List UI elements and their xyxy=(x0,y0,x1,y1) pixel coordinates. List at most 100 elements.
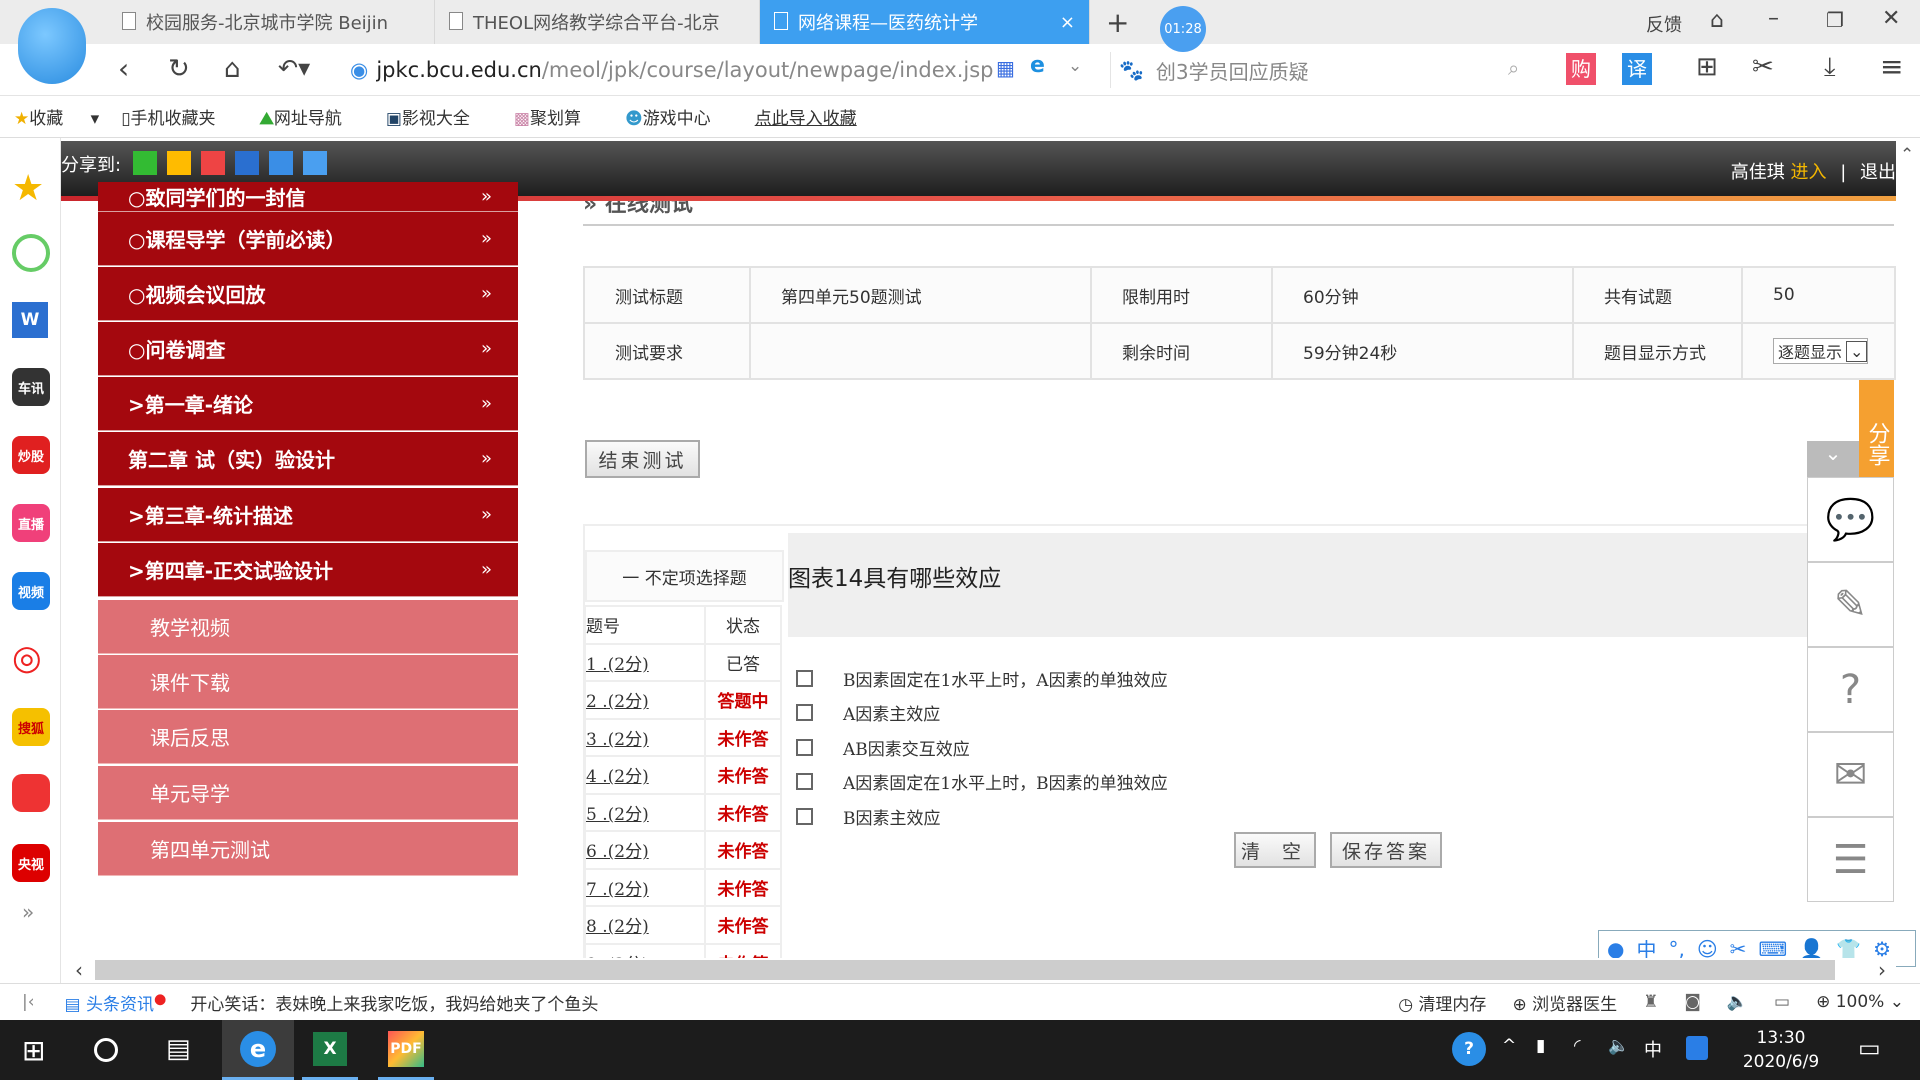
new-tab-button[interactable]: + xyxy=(1106,6,1129,39)
help-tray-icon[interactable]: ? xyxy=(1452,1032,1486,1066)
option-2[interactable]: A因素主效应 xyxy=(796,700,940,725)
ime-user-icon[interactable]: 👤 xyxy=(1799,937,1824,961)
checkbox[interactable] xyxy=(796,704,813,721)
save-answer-button[interactable]: 保存答案 xyxy=(1330,832,1442,868)
option-3[interactable]: AB因素交互效应 xyxy=(796,735,970,760)
question-link[interactable]: 4 .(2分) xyxy=(584,755,706,795)
question-link[interactable]: 7 .(2分) xyxy=(584,867,706,907)
taskbar-browser[interactable]: e xyxy=(222,1020,294,1080)
app-live[interactable]: 直播 xyxy=(12,504,50,542)
enter-link[interactable]: 进入 xyxy=(1790,162,1826,183)
horizontal-scrollbar[interactable]: ‹ › xyxy=(61,958,1896,982)
news-link[interactable]: ▤ 头条资讯● xyxy=(65,990,167,1015)
shop-button[interactable]: 购 xyxy=(1566,53,1596,85)
skin-icon[interactable]: ⌂ xyxy=(1710,8,1724,33)
back-icon[interactable]: ‹ xyxy=(118,52,129,85)
clock[interactable]: 13:30 2020/6/9 xyxy=(1736,1026,1826,1074)
download-icon[interactable]: ⤓ xyxy=(1824,52,1836,83)
app-cctv[interactable]: 央视 xyxy=(12,844,50,882)
home-icon[interactable]: ⌂ xyxy=(224,54,241,84)
bookmark-juhuasuan[interactable]: ▩聚划算 xyxy=(514,104,603,129)
windows-start-icon[interactable]: ⊞ xyxy=(22,1034,45,1067)
scissors-icon[interactable]: ✂ xyxy=(1752,52,1774,82)
subnav-teaching-video[interactable]: 教学视频 xyxy=(98,600,518,654)
edit-icon[interactable]: ✎ xyxy=(1807,562,1894,647)
wifi-icon[interactable]: ◜ xyxy=(1574,1036,1581,1056)
bookmark-nav[interactable]: ⛰网址导航 xyxy=(260,104,364,129)
collapse-sidebar-icon[interactable]: |‹ xyxy=(22,992,35,1012)
notification-icon[interactable]: ▭ xyxy=(1858,1034,1881,1062)
scroll-right-icon[interactable]: › xyxy=(1878,958,1886,982)
search-circle-icon[interactable] xyxy=(94,1038,118,1062)
import-bookmarks-link[interactable]: 点此导入收藏 xyxy=(755,104,857,129)
taskbar-excel[interactable]: X xyxy=(302,1020,358,1080)
app-sohu[interactable]: 搜狐 xyxy=(12,708,50,746)
taskbar-pdf[interactable]: PDF xyxy=(378,1020,434,1080)
news-ticker[interactable]: 开心笑话：表妹晚上来我家吃饭，我妈给她夹了个鱼头 xyxy=(190,990,598,1015)
search-input[interactable]: 🐾 创3学员回应质疑 xyxy=(1110,52,1530,88)
bookmark-favorites[interactable]: ★收藏 ▾ xyxy=(14,104,99,129)
ime-indicator[interactable]: 中 xyxy=(1644,1036,1662,1062)
volume-icon[interactable]: 🔈 xyxy=(1727,992,1748,1012)
ime-logo-icon[interactable]: ● xyxy=(1607,937,1624,961)
history-icon[interactable] xyxy=(12,234,50,272)
apps-icon[interactable]: ⊞ xyxy=(1696,52,1718,82)
close-tab-icon[interactable]: × xyxy=(1060,12,1075,33)
tab-campus[interactable]: 校园服务-北京城市学院 Beijin xyxy=(108,0,435,44)
bookmark-video[interactable]: ▣影视大全 xyxy=(386,104,492,129)
vr-icon[interactable]: ◙ xyxy=(1684,992,1701,1012)
nav-item-letter[interactable]: ○致同学们的一封信» xyxy=(98,182,518,212)
expand-sidebar-icon[interactable]: » xyxy=(22,900,34,924)
question-link[interactable]: 5 .(2分) xyxy=(584,792,706,832)
chevron-down-icon[interactable]: ⌄ xyxy=(1068,56,1082,76)
qr-icon[interactable]: ▦ xyxy=(996,56,1015,80)
checkbox[interactable] xyxy=(796,739,813,756)
translate-button[interactable]: 译 xyxy=(1622,53,1652,85)
ime-keyboard-icon[interactable]: ⌨ xyxy=(1758,937,1787,961)
app-365-icon[interactable] xyxy=(12,774,50,812)
end-test-button[interactable]: 结束测试 xyxy=(585,440,700,478)
ime-skin-icon[interactable]: 👕 xyxy=(1836,937,1861,961)
ie-mode-icon[interactable]: e xyxy=(1030,53,1045,78)
tqq-share-icon[interactable] xyxy=(269,151,293,175)
qzone-share-icon[interactable] xyxy=(167,151,191,175)
bookmark-games[interactable]: ☻游戏中心 xyxy=(625,104,733,129)
close-window-button[interactable]: ✕ xyxy=(1882,6,1900,31)
question-link[interactable]: 1 .(2分) xyxy=(584,642,706,682)
renren-share-icon[interactable] xyxy=(235,151,259,175)
collapse-panel-button[interactable]: ⌄ xyxy=(1807,441,1859,477)
scroll-left-icon[interactable]: ‹ xyxy=(75,958,83,982)
timer-badge[interactable]: 01:28 xyxy=(1160,6,1206,52)
weibo-icon[interactable]: ◎ xyxy=(12,638,42,678)
maximize-button[interactable]: ❐ xyxy=(1826,8,1844,32)
feedback-link[interactable]: 反馈 xyxy=(1646,11,1682,37)
zoom-control[interactable]: ⊕ 100% ⌄ xyxy=(1816,992,1904,1012)
subnav-courseware[interactable]: 课件下载 xyxy=(98,655,518,709)
scrollbar-thumb[interactable] xyxy=(95,960,1835,980)
tab-course[interactable]: 网络课程—医药统计学 × xyxy=(760,0,1090,44)
nav-item-survey[interactable]: ○问卷调查» xyxy=(98,322,518,376)
nav-item-chapter1[interactable]: >第一章-绪论» xyxy=(98,377,518,431)
minimize-button[interactable]: – xyxy=(1768,6,1779,31)
refresh-icon[interactable]: ↻ xyxy=(168,54,190,84)
cleaner-icon[interactable]: ♜ xyxy=(1643,992,1658,1012)
app-chexun[interactable]: 车讯 xyxy=(12,368,50,406)
star-icon[interactable]: ★ xyxy=(12,168,44,209)
url-field[interactable]: ◉ jpkc.bcu.edu.cn/meol/jpk/course/layout… xyxy=(350,52,1085,88)
checkbox[interactable] xyxy=(796,670,813,687)
nav-item-chapter3[interactable]: >第三章-统计描述» xyxy=(98,488,518,542)
screen-icon[interactable]: ▭ xyxy=(1774,992,1790,1012)
subnav-reflection[interactable]: 课后反思 xyxy=(98,710,518,764)
nav-item-meeting-replay[interactable]: ○视频会议回放» xyxy=(98,267,518,321)
tray-expand-icon[interactable]: ^ xyxy=(1502,1036,1516,1056)
app-stocks[interactable]: 炒股 xyxy=(12,436,50,474)
clear-button[interactable]: 清 空 xyxy=(1234,832,1316,868)
menu-icon[interactable]: ≡ xyxy=(1880,50,1903,83)
chat-icon[interactable]: 💬 xyxy=(1807,477,1894,562)
option-5[interactable]: B因素主效应 xyxy=(796,804,941,829)
ime-punct-icon[interactable]: °, xyxy=(1668,937,1684,961)
option-4[interactable]: A因素固定在1水平上时，B因素的单独效应 xyxy=(796,769,1168,794)
tab-theol[interactable]: THEOL网络教学综合平台-北京 xyxy=(435,0,760,44)
app-video[interactable]: 视频 xyxy=(12,572,50,610)
search-icon[interactable]: ⌕ xyxy=(1508,56,1519,80)
